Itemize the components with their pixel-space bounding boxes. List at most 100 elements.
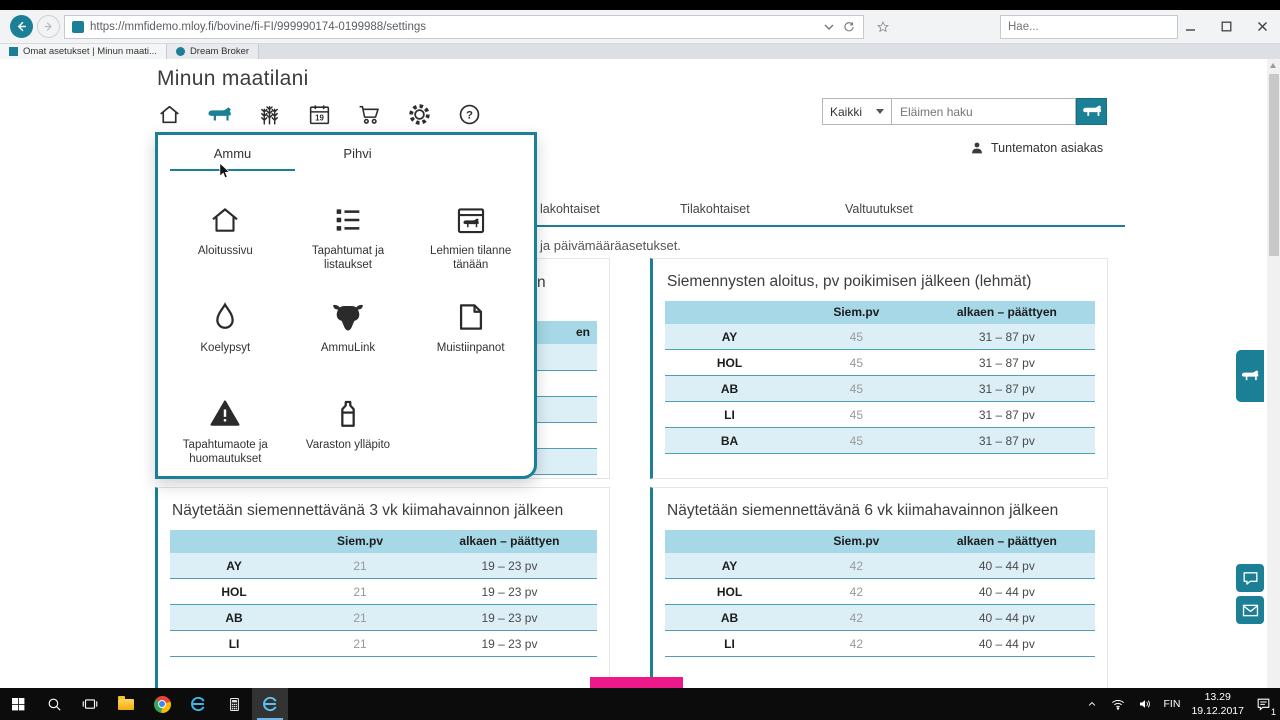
wheat-icon (261, 105, 278, 125)
user-label: Tuntematon asiakas (991, 141, 1104, 155)
column-header: Siem.pv (794, 300, 919, 324)
menu-item-muistiinpanot[interactable]: Muistiinpanot (409, 290, 532, 371)
page-scrollbar[interactable] (1267, 59, 1280, 688)
action-center-button[interactable]: 1 (1255, 696, 1276, 717)
column-header: alkaen – päättyen (918, 529, 1095, 553)
chat-icon (1242, 571, 1258, 585)
menu-grid: Aloitussivu Tapahtumat ja listaukset Leh… (164, 193, 532, 468)
task-view-button[interactable] (72, 688, 108, 720)
list-icon (336, 209, 360, 231)
tab-label: Dream Broker (189, 46, 250, 57)
network-icon[interactable] (1110, 696, 1126, 712)
settings-tab-fragment[interactable]: lakohtaiset (540, 202, 600, 216)
column-header: Siem.pv (298, 529, 422, 553)
screen: Omat asetukset | Minun maati... Dream Br… (0, 0, 1280, 720)
taskbar-clock[interactable]: 13.29 19.12.2017 (1191, 690, 1244, 718)
url-input[interactable] (90, 21, 818, 33)
folder-icon (118, 695, 134, 710)
settings-tab-valtuutukset[interactable]: Valtuutukset (845, 202, 913, 216)
edge-button[interactable] (180, 688, 216, 720)
mail-button[interactable] (1236, 596, 1264, 624)
menu-item-tapahtumaote[interactable]: Tapahtumaote ja huomautukset (164, 387, 287, 468)
menu-item-aloitussivu[interactable]: Aloitussivu (164, 193, 287, 274)
menu-item-tapahtumat[interactable]: Tapahtumat ja listaukset (287, 193, 410, 274)
home-icon (212, 208, 239, 232)
nav-home[interactable] (156, 101, 183, 128)
menu-tab-bar: Ammu Pihvi (158, 135, 534, 171)
cart-icon (359, 105, 379, 124)
caret-down-icon[interactable] (824, 24, 834, 30)
animal-filter-select[interactable]: Kaikki (822, 98, 892, 125)
table-row: LI 45 31 – 87 pv (665, 401, 1095, 429)
windows-logo-icon (12, 698, 25, 711)
taskbar-apps (0, 688, 288, 720)
browser-tab-settings[interactable]: Omat asetukset | Minun maati... (0, 44, 167, 59)
chrome-icon (153, 695, 171, 713)
refresh-icon[interactable] (842, 20, 856, 34)
browser-tab-bar: Omat asetukset | Minun maati... Dream Br… (0, 44, 1280, 59)
chat-button[interactable] (1236, 564, 1264, 592)
nav-shop[interactable] (356, 101, 383, 128)
scrollbar-thumb[interactable] (1268, 74, 1279, 256)
gear-icon (409, 104, 430, 125)
table-row: LI 42 40 – 44 pv (665, 630, 1095, 658)
nav-ammu-cow[interactable] (206, 101, 233, 128)
tab-favicon-icon (175, 47, 185, 56)
mail-icon (1242, 604, 1258, 616)
maximize-button[interactable] (1208, 10, 1244, 43)
canister-icon (341, 400, 355, 427)
address-bar[interactable] (64, 15, 864, 39)
cow-icon (1081, 104, 1103, 119)
browser-search-box[interactable] (1000, 15, 1178, 39)
current-user[interactable]: Tuntematon asiakas (969, 140, 1103, 156)
animal-search-input[interactable] (892, 98, 1076, 125)
browser-search-input[interactable] (1008, 21, 1162, 33)
notification-badge: 1 (1270, 706, 1276, 717)
nav-calendar[interactable]: 19 (306, 101, 333, 128)
minimize-icon (1185, 29, 1195, 31)
home-icon (160, 105, 179, 124)
settings-table: Siem.pv alkaen – päättyen AY 21 19 – 23 pv… (170, 529, 597, 658)
person-icon (972, 142, 982, 154)
minimize-button[interactable] (1172, 10, 1208, 43)
back-button[interactable] (10, 15, 33, 38)
language-indicator[interactable]: FIN (1164, 698, 1181, 710)
favorites-button[interactable] (876, 20, 890, 39)
menu-item-lehmien-tilanne[interactable]: Lehmien tilanne tänään (409, 193, 532, 274)
browser-tab-dreambroker[interactable]: Dream Broker (166, 44, 260, 59)
chevron-up-icon[interactable] (1085, 697, 1099, 711)
action-center-icon (1257, 698, 1270, 711)
settings-card-insemination-start: Siemennysten aloitus, pv poikimisen jälk… (650, 258, 1108, 479)
ie-icon (263, 696, 277, 712)
quick-animal-button[interactable] (1236, 350, 1264, 402)
calculator-button[interactable] (216, 688, 252, 720)
settings-table: Siem.pv alkaen – päättyen AY 42 40 – 44 pv… (665, 529, 1095, 658)
table-row: HOL 21 19 – 23 pv (170, 578, 597, 606)
forward-button[interactable] (37, 15, 60, 38)
nav-settings[interactable] (406, 101, 433, 128)
settings-tab-tilakohtaiset[interactable]: Tilakohtaiset (680, 202, 750, 216)
start-button[interactable] (0, 688, 36, 720)
cow-calendar-icon (457, 208, 484, 234)
volume-icon[interactable] (1137, 696, 1153, 712)
menu-tab-pihvi[interactable]: Pihvi (295, 135, 420, 171)
caret-down-icon (876, 109, 884, 114)
nav-crops[interactable] (256, 101, 283, 128)
chrome-button[interactable] (144, 688, 180, 720)
menu-tab-ammu[interactable]: Ammu (170, 135, 295, 171)
task-view-icon (82, 699, 98, 709)
menu-item-ammulink[interactable]: AmmuLink (287, 290, 410, 371)
tab-label: Omat asetukset | Minun maati... (23, 46, 157, 57)
column-header: Siem.pv (794, 529, 919, 553)
animal-search-button[interactable] (1076, 98, 1107, 125)
ie-button-active[interactable] (252, 688, 288, 720)
taskbar-search-button[interactable] (36, 688, 72, 720)
menu-item-varasto[interactable]: Varaston ylläpito (287, 387, 410, 468)
column-header: alkaen – päättyen (918, 300, 1095, 324)
file-explorer-button[interactable] (108, 688, 144, 720)
column-header-fragment: en (576, 325, 591, 339)
menu-item-koelypsyt[interactable]: Koelypsyt (164, 290, 287, 371)
close-button[interactable] (1244, 10, 1280, 43)
scroll-up-icon[interactable] (1270, 63, 1276, 68)
nav-help[interactable]: ? (456, 101, 483, 128)
